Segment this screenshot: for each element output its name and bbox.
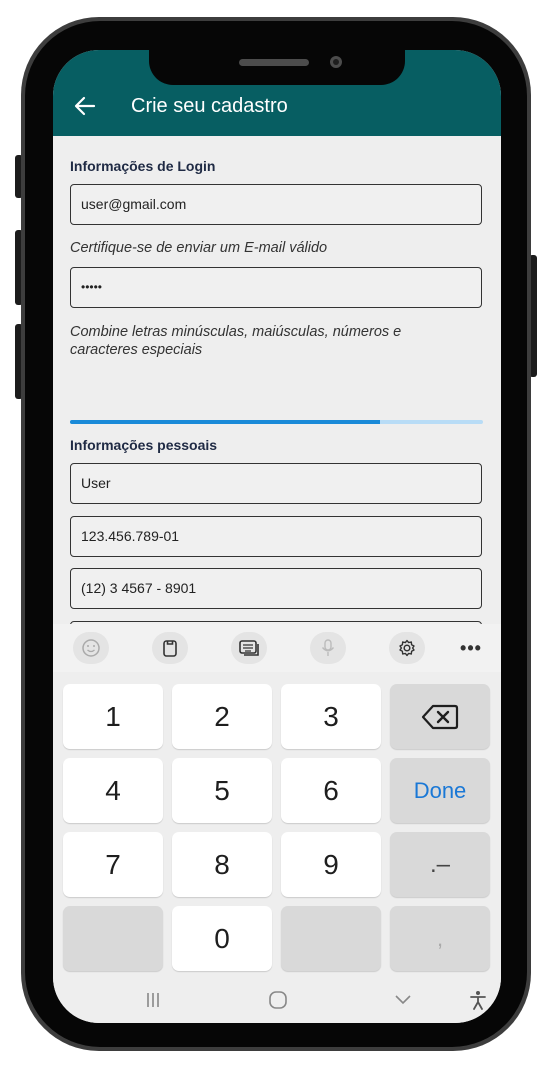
blank-key-left bbox=[63, 906, 163, 971]
keyboard-toolbar: ••• bbox=[53, 624, 501, 672]
password-input[interactable] bbox=[81, 268, 461, 306]
phone-field[interactable] bbox=[70, 568, 482, 609]
home-icon[interactable] bbox=[258, 987, 298, 1013]
dot-dash-key[interactable]: .– bbox=[390, 832, 490, 897]
key-1[interactable]: 1 bbox=[63, 684, 163, 749]
clipboard-icon[interactable] bbox=[152, 632, 188, 664]
registration-form: Informações de Login Certifique-se de en… bbox=[53, 136, 501, 662]
key-8[interactable]: 8 bbox=[172, 832, 272, 897]
cpf-input[interactable] bbox=[81, 517, 461, 555]
cpf-field[interactable] bbox=[70, 516, 482, 557]
back-arrow-icon[interactable] bbox=[71, 92, 99, 120]
page-title: Crie seu cadastro bbox=[131, 95, 288, 117]
comma-key[interactable]: , bbox=[390, 906, 490, 971]
numeric-keyboard: 1 2 3 4 5 6 Done 7 8 9 .– 0 , bbox=[53, 672, 501, 977]
front-camera bbox=[330, 56, 342, 68]
key-0[interactable]: 0 bbox=[172, 906, 272, 971]
personal-section-title: Informações pessoais bbox=[70, 437, 218, 453]
recent-apps-icon[interactable] bbox=[133, 987, 173, 1013]
settings-icon[interactable] bbox=[389, 632, 425, 664]
phone-input[interactable] bbox=[81, 569, 461, 607]
key-5[interactable]: 5 bbox=[172, 758, 272, 823]
key-6[interactable]: 6 bbox=[281, 758, 381, 823]
key-9[interactable]: 9 bbox=[281, 832, 381, 897]
system-navigation-bar bbox=[53, 977, 501, 1023]
email-field[interactable] bbox=[70, 184, 482, 225]
key-7[interactable]: 7 bbox=[63, 832, 163, 897]
password-strength-fill bbox=[70, 420, 380, 424]
keyboard-icon[interactable] bbox=[231, 632, 267, 664]
password-hint: Combine letras minúsculas, maiúsculas, n… bbox=[70, 324, 402, 358]
password-strength-bar bbox=[70, 420, 483, 424]
backspace-key[interactable] bbox=[390, 684, 490, 749]
microphone-icon[interactable] bbox=[310, 632, 346, 664]
blank-key-right bbox=[281, 906, 381, 971]
hide-keyboard-icon[interactable] bbox=[383, 987, 423, 1013]
key-3[interactable]: 3 bbox=[281, 684, 381, 749]
login-section-title: Informações de Login bbox=[70, 158, 216, 174]
key-2[interactable]: 2 bbox=[172, 684, 272, 749]
name-field[interactable] bbox=[70, 463, 482, 504]
password-field[interactable] bbox=[70, 267, 482, 308]
emoji-icon[interactable] bbox=[73, 632, 109, 664]
backspace-icon bbox=[421, 704, 459, 729]
accessibility-icon[interactable] bbox=[458, 987, 498, 1013]
more-icon[interactable]: ••• bbox=[453, 632, 489, 664]
key-4[interactable]: 4 bbox=[63, 758, 163, 823]
phone-speaker bbox=[239, 59, 309, 66]
done-key[interactable]: Done bbox=[390, 758, 490, 823]
email-hint: Certifique-se de enviar um E-mail válido bbox=[70, 240, 328, 256]
phone-screen: Crie seu cadastro Informações de Login C… bbox=[53, 50, 501, 1023]
phone-notch bbox=[149, 50, 405, 85]
email-input[interactable] bbox=[81, 185, 461, 223]
name-input[interactable] bbox=[81, 464, 461, 502]
